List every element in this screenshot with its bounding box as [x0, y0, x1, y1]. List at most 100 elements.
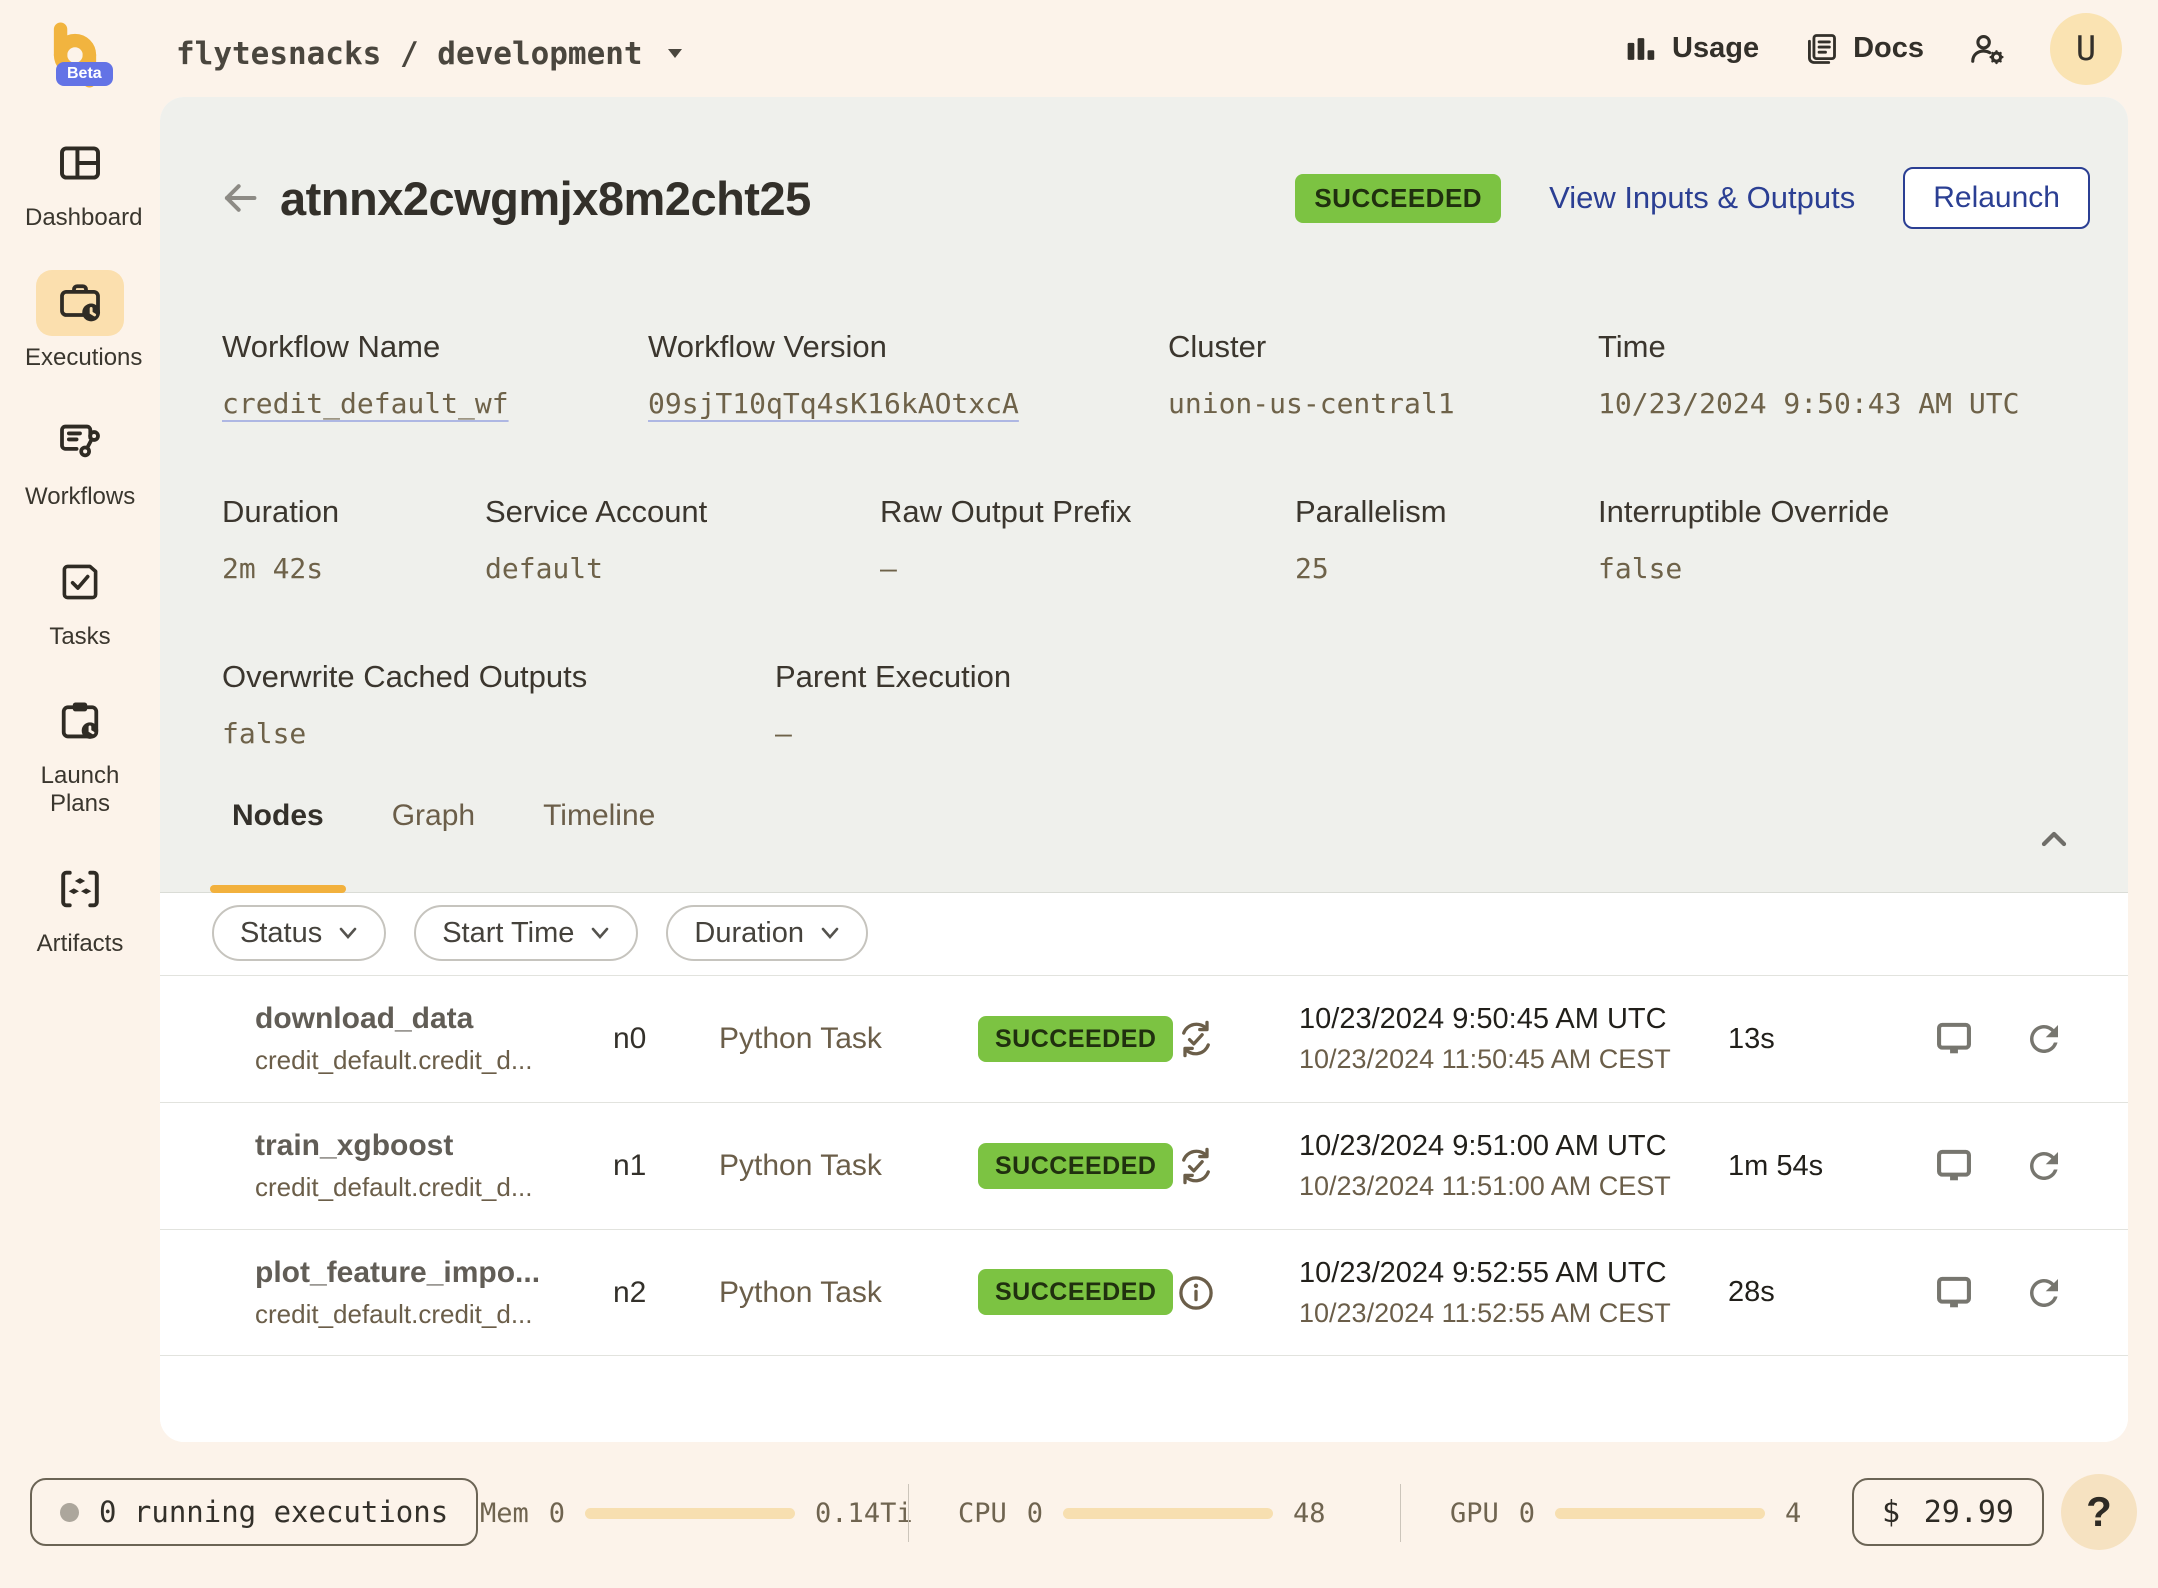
help-button[interactable]: ?: [2061, 1474, 2137, 1550]
nodes-list-section: Status Start Time Duration download_data…: [160, 893, 2128, 1442]
docs-label: Docs: [1853, 32, 1924, 65]
filter-status[interactable]: Status: [212, 905, 386, 961]
chevron-down-icon: [338, 926, 358, 940]
tab-timeline[interactable]: Timeline: [521, 799, 677, 893]
avatar-initial: U: [2076, 29, 2096, 69]
node-name-link[interactable]: download_data: [255, 1002, 613, 1036]
currency-symbol: $: [1882, 1495, 1900, 1530]
docs-icon: [1803, 31, 1839, 67]
union-logo[interactable]: Beta: [42, 22, 138, 94]
refresh-icon: [2023, 1145, 2065, 1187]
meta-row-1: Workflow Name credit_default_wf Workflow…: [222, 329, 2098, 420]
table-row[interactable]: download_data credit_default.credit_d...…: [160, 975, 2128, 1102]
execution-status-badge: SUCCEEDED: [1295, 174, 1501, 223]
cost-button[interactable]: $ 29.99: [1852, 1478, 2044, 1546]
node-id: n2: [613, 1276, 719, 1310]
node-start-time-local: 10/23/2024 11:50:45 AM CEST: [1299, 1044, 1728, 1075]
node-status-badge: SUCCEEDED: [978, 1269, 1173, 1315]
sidebar-item-artifacts[interactable]: Artifacts: [0, 856, 160, 958]
tasks-icon: [57, 559, 103, 605]
dashboard-icon: [56, 139, 104, 187]
meta-time: Time 10/23/2024 9:50:43 AM UTC: [1598, 329, 2098, 420]
cpu-used: 0: [1027, 1498, 1043, 1529]
workflow-name-link[interactable]: credit_default_wf: [222, 387, 648, 420]
filter-duration[interactable]: Duration: [666, 905, 868, 961]
node-id: n0: [613, 1022, 719, 1056]
view-inputs-outputs-link[interactable]: View Inputs & Outputs: [1549, 180, 1855, 216]
docs-button[interactable]: Docs: [1803, 31, 1924, 67]
sidebar-item-label: Artifacts: [37, 930, 124, 958]
workflow-version-link[interactable]: 09sjT10qTq4sK16kAOtxcA: [648, 387, 1168, 420]
node-filters: Status Start Time Duration: [212, 905, 868, 961]
memory-meter: Mem 0 0.14Ti: [480, 1470, 913, 1556]
project-domain-selector[interactable]: flytesnacks / development: [176, 36, 685, 72]
meta-workflow-name: Workflow Name credit_default_wf: [222, 329, 648, 420]
filter-start-time[interactable]: Start Time: [414, 905, 638, 961]
artifacts-icon: [56, 865, 104, 913]
running-executions-button[interactable]: 0 running executions: [30, 1478, 478, 1546]
info-icon[interactable]: [1174, 1271, 1218, 1315]
node-name-link[interactable]: plot_feature_impo...: [255, 1256, 613, 1290]
view-logs-button[interactable]: [1931, 1016, 1977, 1062]
node-task-path: credit_default.credit_d...: [255, 1172, 613, 1203]
node-start-time-utc: 10/23/2024 9:50:45 AM UTC: [1299, 1003, 1728, 1036]
meter-divider: [908, 1484, 909, 1542]
meta-service-account: Service Account default: [485, 494, 880, 585]
cpu-bar: [1063, 1508, 1273, 1519]
avatar[interactable]: U: [2050, 13, 2122, 85]
relaunch-button[interactable]: Relaunch: [1903, 167, 2090, 229]
sidebar-item-executions[interactable]: Executions: [0, 270, 160, 372]
running-status-dot: [60, 1503, 79, 1522]
node-task-type: Python Task: [719, 1149, 978, 1183]
node-name-link[interactable]: train_xgboost: [255, 1129, 613, 1163]
launch-plans-icon: [56, 697, 104, 745]
rerun-node-button[interactable]: [2021, 1270, 2067, 1316]
node-start-time-local: 10/23/2024 11:51:00 AM CEST: [1299, 1171, 1728, 1202]
rerun-node-button[interactable]: [2021, 1016, 2067, 1062]
sidebar-item-label: Dashboard: [25, 204, 135, 232]
node-start-time-local: 10/23/2024 11:52:55 AM CEST: [1299, 1298, 1728, 1329]
bottom-status-bar: 0 running executions Mem 0 0.14Ti CPU 0 …: [0, 1470, 2158, 1560]
gpu-label: GPU: [1450, 1498, 1499, 1529]
back-arrow-icon: [219, 177, 261, 219]
nodes-table: download_data credit_default.credit_d...…: [160, 975, 2128, 1356]
cache-check-icon[interactable]: [1174, 1144, 1218, 1188]
sidebar-item-dashboard[interactable]: Dashboard: [0, 130, 160, 232]
running-executions-label: 0 running executions: [99, 1495, 448, 1529]
tab-graph[interactable]: Graph: [370, 799, 497, 893]
collapse-summary-button[interactable]: [2030, 815, 2078, 863]
gpu-bar: [1555, 1508, 1765, 1519]
back-button[interactable]: [218, 176, 262, 220]
node-duration: 28s: [1728, 1276, 1931, 1309]
view-logs-button[interactable]: [1931, 1143, 1977, 1189]
meta-overwrite-cached-outputs: Overwrite Cached Outputs false: [222, 659, 775, 750]
cache-check-icon[interactable]: [1174, 1017, 1218, 1061]
table-row[interactable]: plot_feature_impo... credit_default.cred…: [160, 1229, 2128, 1356]
gpu-capacity: 4: [1785, 1498, 1801, 1529]
rerun-node-button[interactable]: [2021, 1143, 2067, 1189]
account-settings-button[interactable]: [1968, 30, 2006, 68]
meter-divider: [1400, 1484, 1401, 1542]
usage-button[interactable]: Usage: [1624, 32, 1759, 66]
bar-chart-icon: [1624, 32, 1658, 66]
tab-nodes[interactable]: Nodes: [210, 799, 346, 893]
chevron-down-icon: [665, 47, 685, 61]
top-bar: Beta flytesnacks / development Usage Doc…: [0, 0, 2158, 97]
meta-parent-execution: Parent Execution –: [775, 659, 2098, 750]
node-duration: 1m 54s: [1728, 1150, 1931, 1183]
breadcrumb-label: flytesnacks / development: [176, 36, 643, 72]
gpu-used: 0: [1519, 1498, 1535, 1529]
memory-bar: [585, 1508, 795, 1519]
user-gear-icon: [1968, 30, 2006, 68]
meta-raw-output-prefix: Raw Output Prefix –: [880, 494, 1295, 585]
sidebar-item-launch-plans[interactable]: Launch Plans: [0, 688, 160, 817]
chevron-up-icon: [2034, 819, 2074, 859]
cpu-capacity: 48: [1293, 1498, 1326, 1529]
sidebar-item-workflows[interactable]: Workflows: [0, 409, 160, 511]
sidebar-item-tasks[interactable]: Tasks: [0, 549, 160, 651]
view-logs-button[interactable]: [1931, 1270, 1977, 1316]
table-row[interactable]: train_xgboost credit_default.credit_d...…: [160, 1102, 2128, 1229]
node-task-type: Python Task: [719, 1276, 978, 1310]
meta-parallelism: Parallelism 25: [1295, 494, 1598, 585]
node-task-path: credit_default.credit_d...: [255, 1299, 613, 1330]
